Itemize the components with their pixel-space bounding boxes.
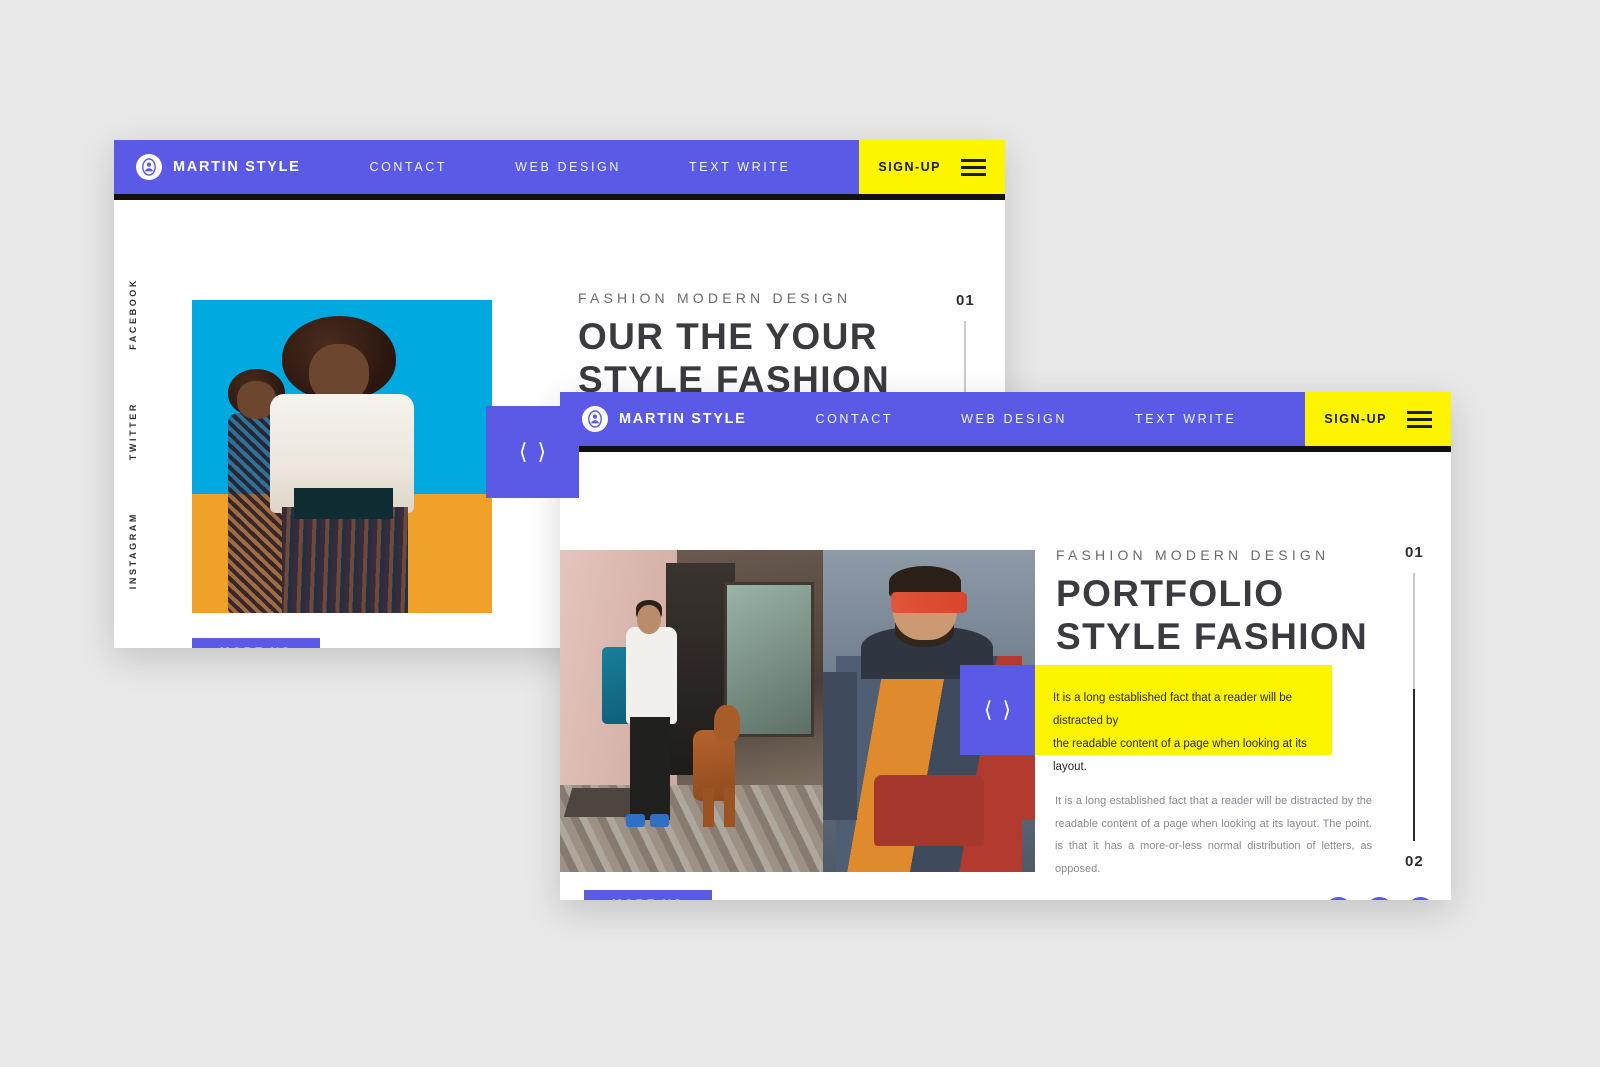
content-front: FASHION MODERN DESIGN PORTFOLIO STYLE FA…: [1056, 547, 1396, 659]
user-circle-icon: [136, 154, 162, 180]
nav-link-web-design[interactable]: WEB DESIGN: [481, 160, 655, 174]
nav-link-contact[interactable]: CONTACT: [781, 412, 927, 426]
chevron-right-icon[interactable]: ⟩: [1003, 699, 1012, 721]
nav-link-contact[interactable]: CONTACT: [335, 160, 481, 174]
headline-front-line1: PORTFOLIO: [1056, 573, 1285, 614]
slide-card-front: MARTIN STYLE CONTACT WEB DESIGN TEXT WRI…: [560, 392, 1451, 900]
eyebrow-front: FASHION MODERN DESIGN: [1056, 547, 1330, 563]
hamburger-menu-icon[interactable]: [961, 158, 986, 176]
signup-label: SIGN-UP: [1324, 412, 1387, 426]
signup-label: SIGN-UP: [878, 160, 941, 174]
nav-links-front: CONTACT WEB DESIGN TEXT WRITE: [747, 412, 1306, 426]
note-front-line2: the readable content of a page when look…: [1053, 738, 1307, 773]
footer-actions-back: MORE US: [192, 638, 487, 648]
more-us-button-front[interactable]: MORE US: [584, 890, 712, 900]
instagram-icon[interactable]: [1366, 897, 1393, 900]
signup-button[interactable]: SIGN-UP: [1305, 392, 1451, 446]
social-rail-facebook[interactable]: FACEBOOK: [128, 278, 138, 350]
note-card-front: It is a long established fact that a rea…: [1035, 665, 1332, 773]
nav-link-text-write[interactable]: TEXT WRITE: [1101, 412, 1270, 426]
user-circle-icon: [582, 406, 608, 432]
card-body-front: ⟨ ⟩ FASHION MODERN DESIGN PORTFOLIO STYL…: [560, 452, 1451, 900]
social-rail-twitter[interactable]: TWITTER: [128, 402, 138, 460]
brand-logo-front[interactable]: MARTIN STYLE: [560, 406, 747, 432]
hamburger-menu-icon[interactable]: [1407, 410, 1432, 428]
slider-control-back[interactable]: ⟨ ⟩: [486, 406, 579, 498]
headline-front-line2: STYLE FASHION: [1056, 616, 1369, 658]
hero-photo-man-with-dog: [560, 550, 825, 872]
pager-back-number: 01: [956, 292, 975, 309]
headline-back-line1: OUR THE YOUR: [578, 316, 878, 357]
nav-link-text-write[interactable]: TEXT WRITE: [655, 160, 824, 174]
page-canvas: MARTIN STYLE CONTACT WEB DESIGN TEXT WRI…: [0, 0, 1600, 1067]
pager-front-track[interactable]: [1413, 573, 1416, 841]
note-front-line1: It is a long established fact that a rea…: [1053, 692, 1293, 727]
footer-actions-front: MORE US: [584, 890, 869, 900]
body-copy-front: It is a long established fact that a rea…: [1055, 795, 1372, 875]
facebook-icon[interactable]: [1407, 897, 1434, 900]
eyebrow-back: FASHION MODERN DESIGN: [578, 290, 852, 306]
navbar-front: MARTIN STYLE CONTACT WEB DESIGN TEXT WRI…: [560, 392, 1451, 446]
chevron-left-icon[interactable]: ⟨: [984, 699, 993, 721]
hero-photo-women-fashion: [192, 300, 492, 613]
navbar-back: MARTIN STYLE CONTACT WEB DESIGN TEXT WRI…: [114, 140, 1005, 194]
nav-links-back: CONTACT WEB DESIGN TEXT WRITE: [301, 160, 860, 174]
nav-link-web-design[interactable]: WEB DESIGN: [927, 412, 1101, 426]
brand-logo[interactable]: MARTIN STYLE: [114, 154, 301, 180]
slider-control-front[interactable]: ⟨ ⟩: [960, 665, 1035, 755]
chevron-right-icon[interactable]: ⟩: [538, 441, 547, 463]
twitter-icon[interactable]: [1325, 897, 1352, 900]
signup-button[interactable]: SIGN-UP: [859, 140, 1005, 194]
content-back: FASHION MODERN DESIGN OUR THE YOUR STYLE…: [578, 290, 938, 402]
brand-name: MARTIN STYLE: [173, 159, 301, 175]
social-rail-back: FACEBOOK TWITTER INSTAGRAM: [128, 278, 138, 589]
pager-front-number-bottom: 02: [1405, 853, 1424, 870]
pager-front: 01 02: [1405, 544, 1424, 870]
pager-front-number-top: 01: [1405, 544, 1424, 561]
social-icons-front: [1325, 897, 1434, 900]
chevron-left-icon[interactable]: ⟨: [519, 441, 528, 463]
pager-front-fill: [1413, 689, 1416, 841]
more-us-button-back[interactable]: MORE US: [192, 638, 320, 648]
social-rail-instagram[interactable]: INSTAGRAM: [128, 512, 138, 589]
brand-name: MARTIN STYLE: [619, 411, 747, 427]
